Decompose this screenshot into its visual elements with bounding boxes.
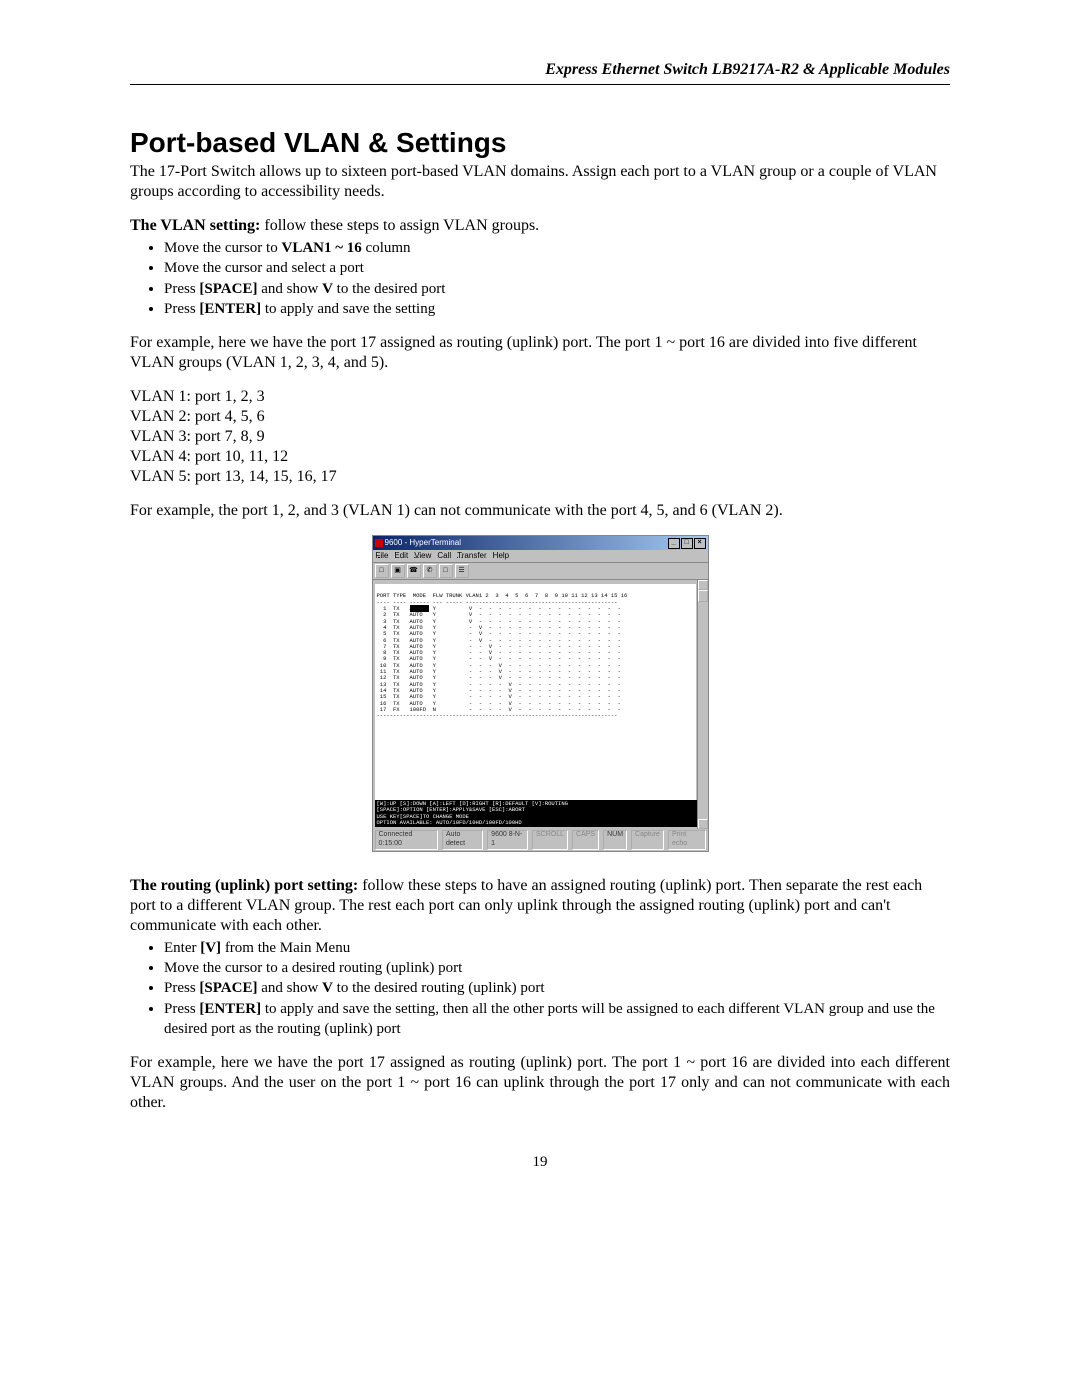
terminal-footer: [W]:UP [S]:DOWN [A]:LEFT [D]:RIGHT [R]:D… [375, 800, 706, 827]
menu-view[interactable]: View [414, 551, 431, 560]
maximize-button[interactable]: □ [681, 538, 693, 549]
status-cell: NUM [603, 830, 627, 850]
list-item: Move the cursor to VLAN1 ~ 16 column [164, 238, 950, 258]
status-cell: Capture [631, 830, 664, 850]
vlan-steps-list: Move the cursor to VLAN1 ~ 16 columnMove… [130, 238, 950, 319]
vlan-line: VLAN 3: port 7, 8, 9 [130, 427, 950, 447]
hyperterminal-screenshot: 9600 - HyperTerminal _□× FileEditViewCal… [372, 535, 709, 852]
example2-text: For example, the port 1, 2, and 3 (VLAN … [130, 501, 950, 521]
toolbar: □ ▣ ☎ ✆ □ ☰ [373, 563, 708, 580]
vlan-assignments: VLAN 1: port 1, 2, 3VLAN 2: port 4, 5, 6… [130, 387, 950, 487]
vlan-line: VLAN 5: port 13, 14, 15, 16, 17 [130, 467, 950, 487]
toolbar-open-icon[interactable]: ▣ [391, 564, 405, 578]
routing-intro: The routing (uplink) port setting: follo… [130, 876, 950, 936]
list-item: Press [ENTER] to apply and save the sett… [164, 299, 950, 319]
routing-steps-list: Enter [V] from the Main MenuMove the cur… [130, 938, 950, 1039]
page-title: Port-based VLAN & Settings [130, 125, 950, 160]
example1-text: For example, here we have the port 17 as… [130, 333, 950, 373]
minimize-button[interactable]: _ [668, 538, 680, 549]
toolbar-properties-icon[interactable]: ☰ [455, 564, 469, 578]
status-cell: SCROLL [532, 830, 568, 850]
page-number: 19 [130, 1153, 950, 1172]
app-icon [375, 539, 383, 547]
toolbar-new-icon[interactable]: □ [375, 564, 389, 578]
list-item: Press [SPACE] and show V to the desired … [164, 978, 950, 998]
status-cell: CAPS [572, 830, 599, 850]
menu-edit[interactable]: Edit [394, 551, 408, 560]
terminal-output: PORT TYPE MODE FLW TRUNK VLAN1 2 3 4 5 6… [375, 584, 696, 800]
window-titlebar: 9600 - HyperTerminal _□× [373, 536, 708, 550]
header-rule [130, 84, 950, 85]
terminal-area: PORT TYPE MODE FLW TRUNK VLAN1 2 3 4 5 6… [373, 580, 708, 829]
vlan-line: VLAN 4: port 10, 11, 12 [130, 447, 950, 467]
vlan-setting-follow: follow these steps to assign VLAN groups… [260, 217, 539, 234]
menubar: File Edit View Call Transfer Help [373, 550, 708, 563]
status-cell: Connected 0:15:00 [375, 830, 438, 850]
status-cell: 9600 8-N-1 [487, 830, 528, 850]
routing-label: The routing (uplink) port setting: [130, 877, 358, 894]
toolbar-send-icon[interactable]: □ [439, 564, 453, 578]
menu-help[interactable]: Help [493, 551, 509, 560]
vlan-line: VLAN 1: port 1, 2, 3 [130, 387, 950, 407]
doc-header: Express Ethernet Switch LB9217A-R2 & App… [130, 60, 950, 80]
intro-text: The 17-Port Switch allows up to sixteen … [130, 162, 950, 202]
vlan-setting-label: The VLAN setting: [130, 217, 260, 234]
vlan-setting-intro: The VLAN setting: follow these steps to … [130, 216, 950, 236]
menu-transfer[interactable]: Transfer [457, 551, 487, 560]
example3-text: For example, here we have the port 17 as… [130, 1053, 950, 1113]
vlan-line: VLAN 2: port 4, 5, 6 [130, 407, 950, 427]
window-buttons: _□× [667, 537, 706, 549]
close-button[interactable]: × [694, 538, 706, 549]
status-cell: Print echo [668, 830, 706, 850]
list-item: Press [ENTER] to apply and save the sett… [164, 999, 950, 1040]
scrollbar-thumb[interactable] [698, 590, 708, 602]
menu-file[interactable]: File [376, 551, 389, 560]
list-item: Move the cursor and select a port [164, 258, 950, 278]
window-title: 9600 - HyperTerminal [385, 538, 461, 547]
toolbar-disconnect-icon[interactable]: ✆ [423, 564, 437, 578]
status-cell: Auto detect [442, 830, 483, 850]
list-item: Enter [V] from the Main Menu [164, 938, 950, 958]
scrollbar[interactable] [697, 580, 708, 829]
list-item: Move the cursor to a desired routing (up… [164, 958, 950, 978]
menu-call[interactable]: Call [437, 551, 451, 560]
statusbar: Connected 0:15:00Auto detect9600 8-N-1SC… [373, 829, 708, 851]
list-item: Press [SPACE] and show V to the desired … [164, 279, 950, 299]
toolbar-connect-icon[interactable]: ☎ [407, 564, 421, 578]
